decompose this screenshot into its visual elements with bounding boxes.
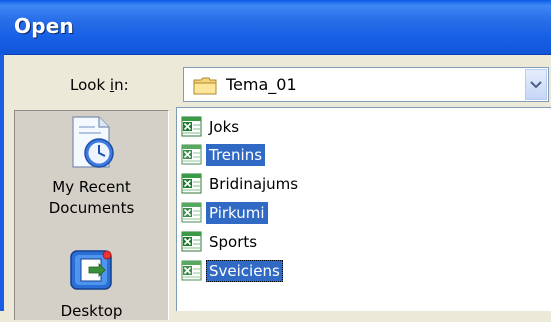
file-list[interactable]: Joks Trenins Bridinajums Pirkumi Sports … — [176, 107, 551, 311]
excel-file-icon — [181, 144, 202, 165]
file-name: Bridinajums — [209, 175, 299, 193]
recent-documents-icon — [71, 116, 114, 168]
excel-file-icon — [181, 173, 202, 194]
chevron-down-icon — [530, 80, 542, 88]
folder-icon — [193, 77, 217, 95]
file-name: Pirkumi — [206, 202, 268, 224]
excel-file-icon — [181, 231, 202, 252]
file-name: Joks — [209, 118, 240, 136]
places-item-desktop[interactable]: Desktop — [15, 245, 168, 322]
file-name: Trenins — [206, 144, 266, 166]
dropdown-button[interactable] — [525, 69, 547, 100]
title-bar[interactable]: Open — [0, 0, 551, 55]
excel-file-icon — [181, 202, 202, 223]
desktop-icon — [69, 250, 112, 290]
places-bar: My Recent Documents Desktop — [14, 110, 169, 320]
look-in-label: Look in: — [70, 76, 129, 94]
file-name: Sports — [209, 233, 258, 251]
window-border — [0, 54, 4, 311]
file-name: Sveiciens — [206, 260, 283, 282]
places-label-desktop: Desktop — [60, 302, 123, 320]
places-label-recent: My Recent Documents — [48, 178, 135, 217]
look-in-value: Tema_01 — [226, 75, 297, 94]
excel-file-icon — [181, 116, 202, 137]
window-title: Open — [14, 14, 74, 38]
places-item-recent-documents[interactable]: My Recent Documents — [15, 113, 168, 219]
look-in-dropdown[interactable]: Tema_01 — [183, 67, 549, 102]
excel-file-icon — [181, 260, 202, 281]
